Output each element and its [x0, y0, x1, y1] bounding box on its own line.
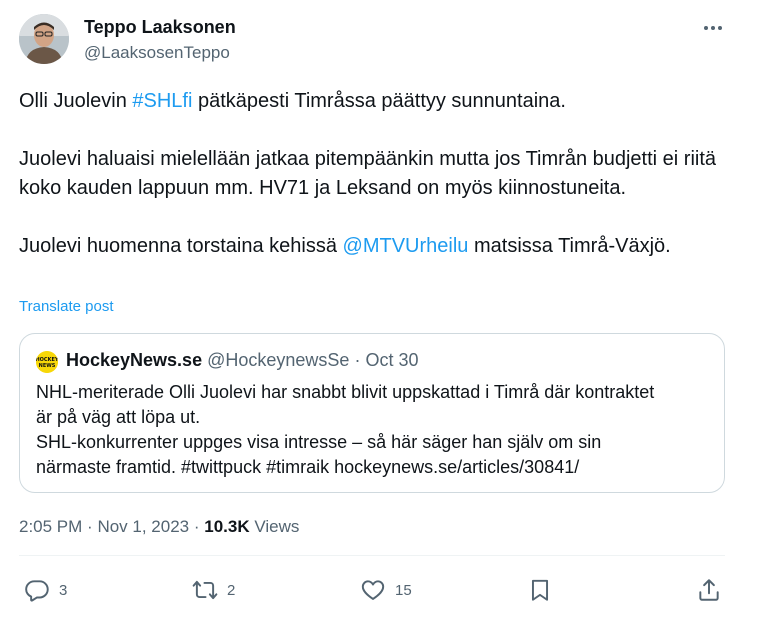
post-date[interactable]: Nov 1, 2023 — [97, 517, 189, 536]
views-count: 10.3K — [204, 517, 250, 536]
quoted-text-line: SHL-konkurrenter uppges visa intresse – … — [36, 432, 602, 452]
post-meta: 2:05 PM · Nov 1, 2023 · 10.3K Views — [19, 517, 299, 537]
views-label: Views — [254, 517, 300, 536]
post-paragraph: Juolevi haluaisi mielellään jatkaa pitem… — [19, 145, 739, 203]
post-text-segment: matsissa Timrå-Växjö. — [468, 235, 671, 257]
quoted-avatar[interactable]: HOCKEY NEWS — [36, 351, 58, 373]
post-text-segment: pätkäpesti Timråssa päättyy sunnuntaina. — [192, 90, 566, 112]
quoted-author-handle[interactable]: @HockeynewsSe — [207, 350, 349, 370]
share-button[interactable] — [696, 574, 722, 606]
author-avatar[interactable] — [19, 14, 69, 64]
svg-text:NEWS: NEWS — [39, 363, 56, 369]
more-icon — [704, 26, 722, 30]
hashtag-link[interactable]: #SHLfi — [132, 90, 192, 112]
bookmark-button[interactable] — [527, 574, 553, 606]
repost-icon — [192, 580, 218, 600]
quoted-text: NHL-meriterade Olli Juolevi har snabbt b… — [36, 380, 716, 480]
meta-separator: · — [193, 517, 205, 536]
quoted-text-line: närmaste framtid. #twittpuck #timraik ho… — [36, 457, 580, 477]
quoted-separator: · — [354, 350, 366, 370]
meta-separator: · — [87, 517, 98, 536]
post-text-segment: Juolevi haluaisi mielellään jatkaa pitem… — [19, 148, 717, 199]
like-button[interactable]: 15 — [360, 574, 412, 606]
post-text-segment: Juolevi huomenna torstaina kehissä — [19, 235, 343, 257]
more-button[interactable] — [695, 16, 731, 40]
quoted-date[interactable]: Oct 30 — [365, 350, 418, 370]
reply-count: 3 — [59, 581, 68, 599]
like-count: 15 — [395, 581, 412, 599]
reply-icon — [25, 580, 49, 602]
mention-link[interactable]: @MTVUrheilu — [343, 235, 469, 257]
post-time[interactable]: 2:05 PM — [19, 517, 82, 536]
translate-post-link[interactable]: Translate post — [19, 298, 114, 315]
author-handle[interactable]: @LaaksosenTeppo — [84, 43, 230, 63]
post-text-segment: Olli Juolevin — [19, 90, 133, 112]
post-paragraph: Juolevi huomenna torstaina kehissä @MTVU… — [19, 232, 739, 261]
reply-button[interactable]: 3 — [24, 574, 67, 606]
quoted-text-line: NHL-meriterade Olli Juolevi har snabbt b… — [36, 382, 655, 402]
divider — [19, 555, 725, 556]
author-name[interactable]: Teppo Laaksonen — [84, 17, 236, 38]
repost-count: 2 — [227, 581, 236, 599]
repost-button[interactable]: 2 — [192, 574, 235, 606]
tweet: Teppo Laaksonen @LaaksosenTeppo Olli Juo… — [0, 0, 765, 622]
like-icon — [361, 580, 385, 600]
hockeynews-logo: HOCKEY NEWS — [36, 351, 58, 373]
share-icon — [699, 579, 719, 601]
quoted-author-name[interactable]: HockeyNews.se — [66, 350, 202, 370]
post-paragraph: Olli Juolevin #SHLfi pätkäpesti Timråssa… — [19, 87, 739, 116]
bookmark-icon — [531, 579, 549, 601]
quoted-post[interactable]: HOCKEY NEWS HockeyNews.se @HockeynewsSe … — [19, 333, 725, 493]
quoted-text-line: är på väg att löpa ut. — [36, 407, 201, 427]
quoted-header: HockeyNews.se @HockeynewsSe · Oct 30 — [66, 350, 419, 371]
author-photo — [19, 14, 69, 64]
post-text: Olli Juolevin #SHLfi pätkäpesti Timråssa… — [19, 87, 739, 261]
